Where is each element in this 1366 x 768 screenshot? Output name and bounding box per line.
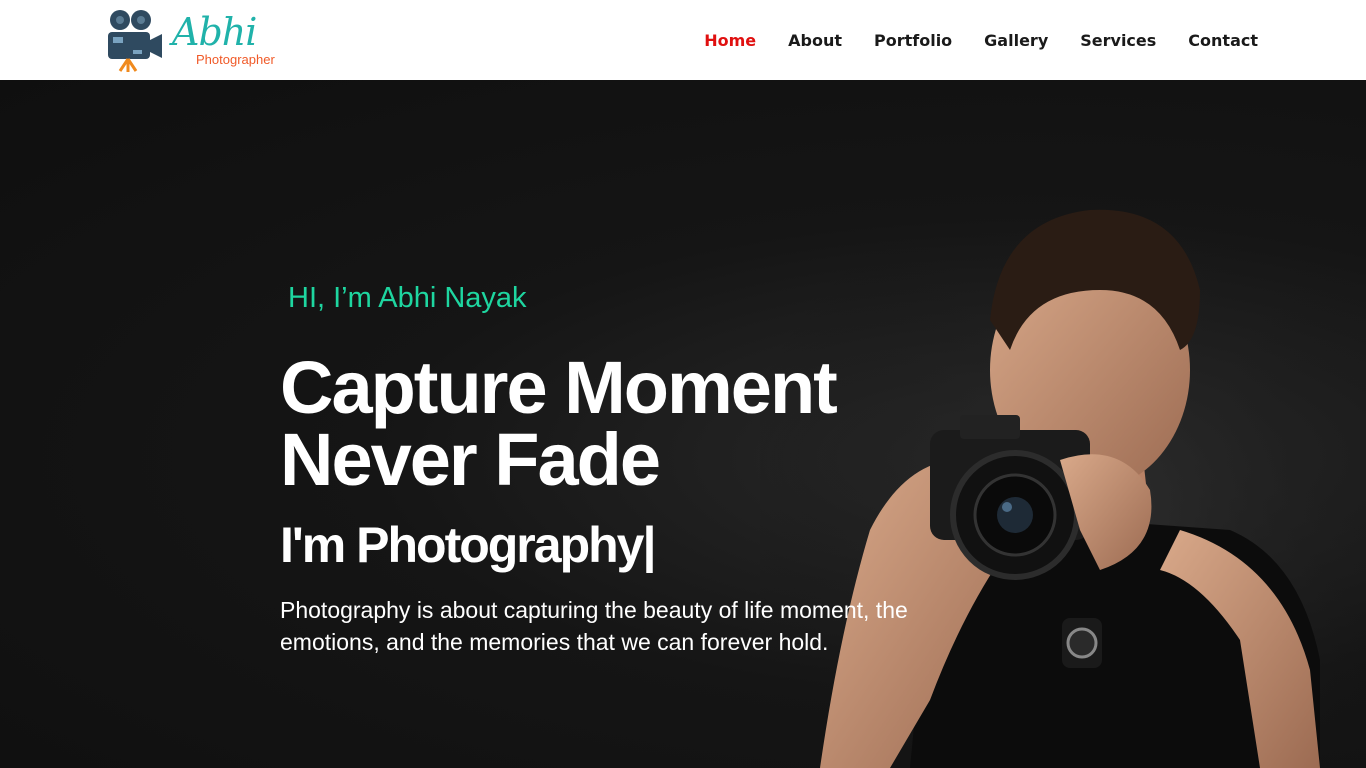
hero-description: Photography is about capturing the beaut… — [280, 597, 908, 655]
hero-greeting: HI, I’m Abhi Nayak — [288, 282, 527, 314]
nav-home[interactable]: Home — [704, 31, 756, 50]
nav-contact[interactable]: Contact — [1188, 31, 1258, 50]
hero-headline: Capture Moment Never Fade — [280, 346, 838, 501]
main-nav: Home About Portfolio Gallery Services Co… — [672, 0, 1258, 80]
hero-tagline-text: I'm Photography — [280, 517, 644, 573]
hero-tagline: I'm Photography| — [280, 516, 656, 574]
hero-section: HI, I’m Abhi Nayak Capture Moment Never … — [0, 80, 1366, 768]
nav-portfolio[interactable]: Portfolio — [874, 31, 952, 50]
site-header: Abhi Photographer Home About Portfolio G… — [0, 0, 1366, 80]
logo-wordmark: Abhi — [172, 10, 257, 54]
logo-link[interactable]: Abhi Photographer — [106, 8, 291, 74]
typing-cursor: | — [642, 517, 656, 573]
nav-services[interactable]: Services — [1080, 31, 1156, 50]
nav-about[interactable]: About — [788, 31, 842, 50]
movie-camera-icon — [108, 10, 162, 72]
logo-subtitle: Photographer — [196, 52, 275, 67]
logo-name: Abhi — [172, 10, 257, 54]
nav-gallery[interactable]: Gallery — [984, 31, 1048, 50]
